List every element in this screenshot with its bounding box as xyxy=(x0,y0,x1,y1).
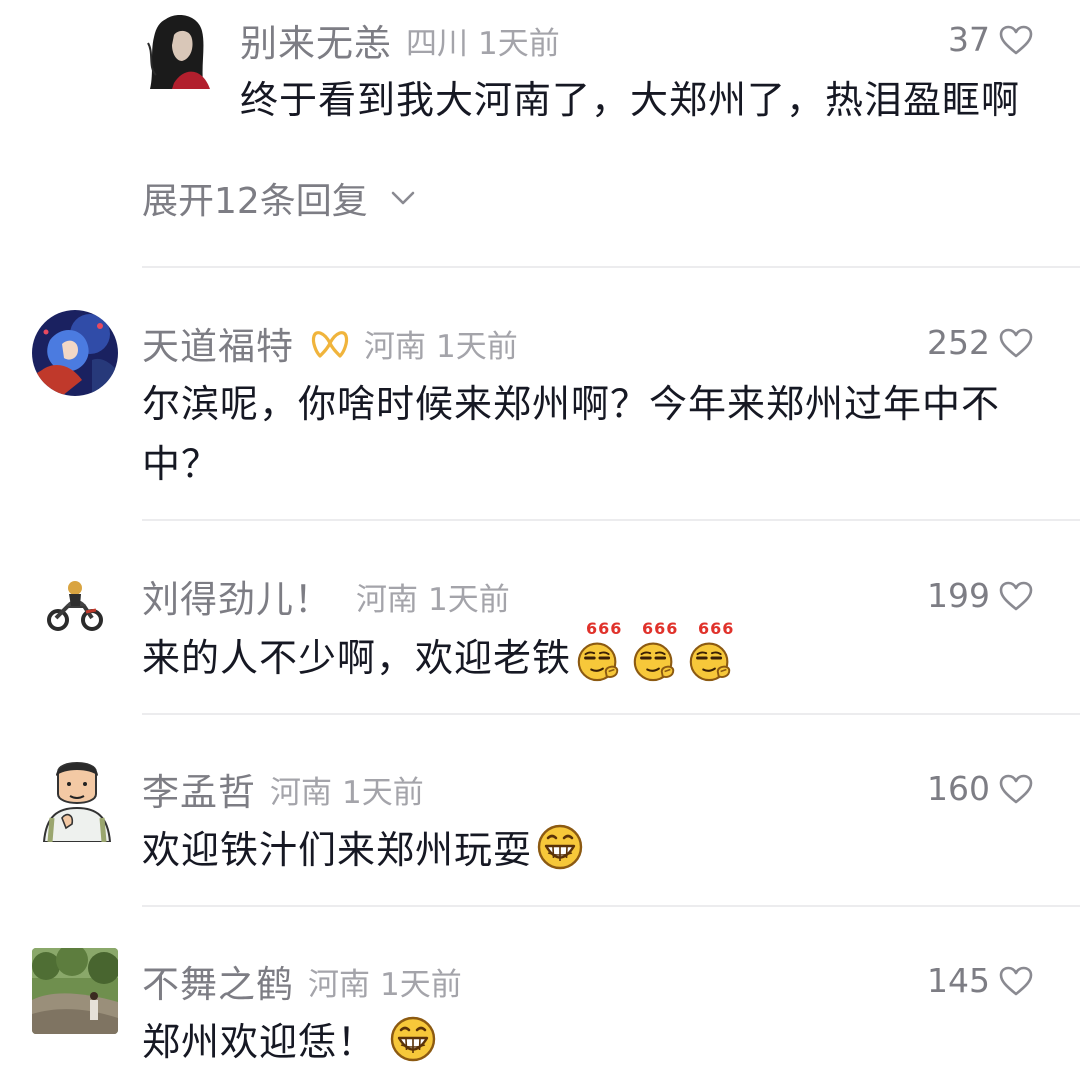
heart-outline-icon[interactable] xyxy=(998,965,1034,997)
username[interactable]: 天道福特 xyxy=(142,316,294,370)
region-label: 河南 xyxy=(270,774,332,811)
region-label: 四川 xyxy=(406,25,468,62)
like-count: 160 xyxy=(927,769,990,808)
like-count: 145 xyxy=(927,961,990,1000)
comment-text-body: 郑州欢迎恁！ xyxy=(142,1020,377,1064)
comment-text-line-2: 中？ xyxy=(142,442,221,486)
timestamp: 1天前 xyxy=(478,25,560,62)
comment-text-body: 欢迎铁汁们来郑州玩耍 xyxy=(142,828,533,872)
comment-text: 郑州欢迎恁！ xyxy=(142,1012,438,1072)
like-button[interactable]: 37 xyxy=(948,20,1034,59)
chevron-down-icon xyxy=(390,189,416,207)
emoji-666-label: 666 xyxy=(642,619,679,638)
comment-meta: 刘得劲儿！ 河南 1天前 xyxy=(142,569,510,623)
gold-ribbon-badge-icon xyxy=(310,326,350,360)
anime-avatar-image xyxy=(32,310,118,396)
emoji-666-icon: 666 xyxy=(574,621,624,679)
emoji-grin-icon xyxy=(535,821,585,871)
emoji-666-label: 666 xyxy=(586,619,623,638)
like-button[interactable]: 252 xyxy=(927,323,1034,362)
heart-outline-icon[interactable] xyxy=(998,24,1034,56)
comment-meta: 李孟哲 河南 1天前 xyxy=(142,762,424,816)
divider xyxy=(142,519,1080,521)
like-count: 37 xyxy=(948,20,990,59)
expand-replies-label: 展开12条回复 xyxy=(142,181,368,222)
cartoon-man-avatar-image xyxy=(40,754,114,842)
emoji-666-label: 666 xyxy=(698,619,735,638)
emoji-666-icon: 666 xyxy=(686,621,736,679)
comment-text-body: 来的人不少啊，欢迎老铁 xyxy=(142,636,572,680)
comment-text-line-1: 尔滨呢，你啥时候来郑州啊？今年来郑州过年中不 xyxy=(142,382,1001,426)
region-label: 河南 xyxy=(364,328,426,365)
girl-portrait-avatar-image xyxy=(144,13,216,89)
heart-outline-icon[interactable] xyxy=(998,580,1034,612)
divider xyxy=(142,713,1080,715)
like-button[interactable]: 199 xyxy=(927,576,1034,615)
comment-text: 欢迎铁汁们来郑州玩耍 xyxy=(142,820,585,880)
comment-meta: 别来无恙 四川 1天前 xyxy=(240,13,560,67)
comment-text: 终于看到我大河南了，大郑州了，热泪盈眶啊 xyxy=(240,78,1021,122)
divider xyxy=(142,905,1080,907)
divider xyxy=(142,266,1080,268)
avatar[interactable] xyxy=(32,310,118,396)
like-count: 199 xyxy=(927,576,990,615)
region-label: 河南 xyxy=(308,966,370,1003)
heart-outline-icon[interactable] xyxy=(998,327,1034,359)
timestamp: 1天前 xyxy=(342,774,424,811)
motorcycle-avatar-image xyxy=(42,572,106,636)
like-button[interactable]: 145 xyxy=(927,961,1034,1000)
comment-meta: 不舞之鹤 河南 1天前 xyxy=(142,954,462,1008)
avatar[interactable] xyxy=(144,13,216,89)
avatar[interactable] xyxy=(32,948,118,1034)
avatar[interactable] xyxy=(40,754,114,842)
landscape-photo-avatar-image xyxy=(32,948,118,1034)
username[interactable]: 不舞之鹤 xyxy=(142,954,294,1008)
like-count: 252 xyxy=(927,323,990,362)
username[interactable]: 刘得劲儿！ xyxy=(142,569,332,623)
username[interactable]: 李孟哲 xyxy=(142,762,256,816)
avatar[interactable] xyxy=(42,572,106,636)
expand-replies-button[interactable]: 展开12条回复 xyxy=(142,172,416,224)
like-button[interactable]: 160 xyxy=(927,769,1034,808)
heart-outline-icon[interactable] xyxy=(998,773,1034,805)
emoji-666-icon: 666 xyxy=(630,621,680,679)
comment-text: 来的人不少啊，欢迎老铁 666 666 666 xyxy=(142,621,736,688)
timestamp: 1天前 xyxy=(436,328,518,365)
timestamp: 1天前 xyxy=(428,581,510,618)
emoji-grin-icon xyxy=(388,1013,438,1063)
timestamp: 1天前 xyxy=(380,966,462,1003)
comment-meta: 天道福特 河南 1天前 xyxy=(142,316,518,370)
username[interactable]: 别来无恙 xyxy=(240,13,392,67)
region-label: 河南 xyxy=(356,581,418,618)
